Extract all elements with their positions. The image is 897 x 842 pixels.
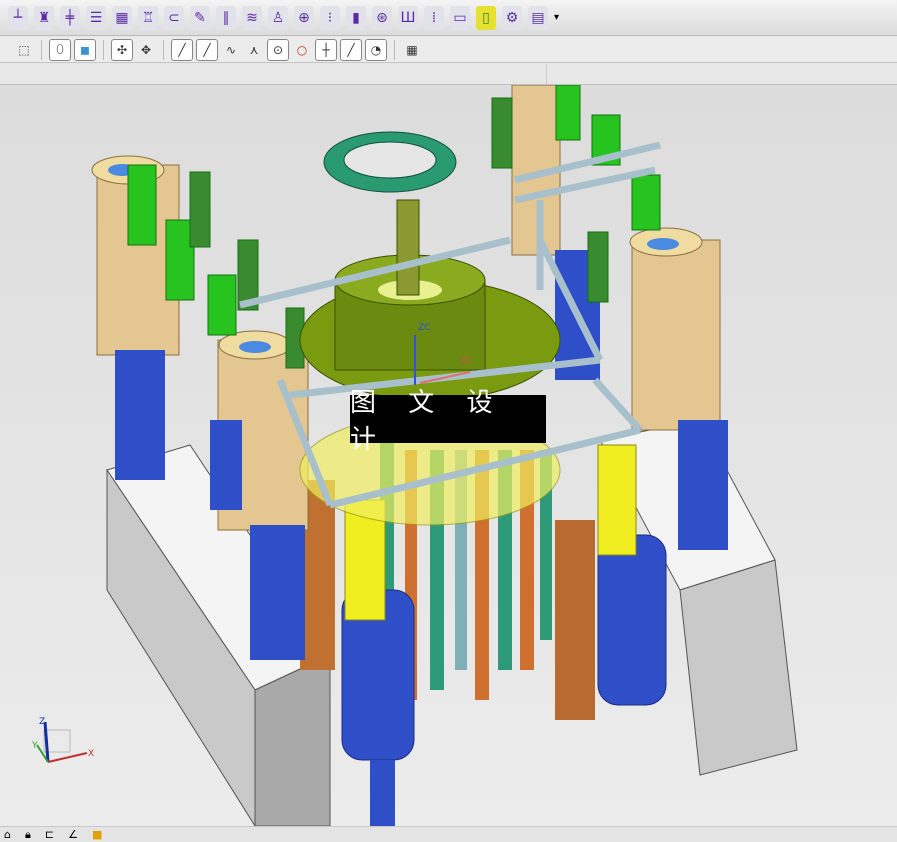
mold-base-icon[interactable]: ☰: [86, 5, 106, 30]
drawing-icon[interactable]: ▤: [528, 5, 548, 30]
gate-icon[interactable]: ∥: [216, 5, 236, 30]
lock-icon[interactable]: 🔒︎: [25, 828, 31, 842]
status-toolbar: ⌂ 🔒︎ ⊏ ∠ ■: [0, 826, 897, 842]
grid-icon[interactable]: ▦: [402, 40, 422, 60]
control-point-icon[interactable]: ∿: [221, 40, 241, 60]
sprue-icon[interactable]: ▯: [476, 5, 496, 30]
support-pillar-icon[interactable]: Ш: [398, 5, 418, 30]
locating-ring-icon[interactable]: ⊕: [294, 5, 314, 30]
mold-wizard-toolbar: ┴ ♜ ╪ ☰ ▦ ♖ ⊂ ✎ ∥ ≋ ♙ ⊕ ⁝ ▮ ⊛ Ш ⁞ ▭ ▯ ⚙ ▤ ▾: [0, 0, 897, 36]
yellow-rod-right: [597, 444, 637, 556]
parting-icon[interactable]: ▭: [450, 5, 470, 30]
point-set-icon[interactable]: ✥: [136, 40, 156, 60]
intersection-icon[interactable]: ⋏: [244, 40, 264, 60]
separator: [41, 39, 42, 60]
svg-text:X: X: [88, 749, 94, 759]
graphics-viewport[interactable]: ZC XC Z X Y 图 文 设 计: [0, 84, 897, 828]
svg-text:Z: Z: [39, 717, 45, 727]
runner-icon[interactable]: ⊛: [372, 5, 392, 30]
block-icon[interactable]: ■: [92, 828, 102, 841]
spring-right: [597, 534, 667, 706]
tool-icon[interactable]: ⊏: [45, 828, 54, 841]
wcs-zc-label: ZC: [418, 323, 430, 333]
arc-center-icon[interactable]: ⊙: [267, 38, 289, 61]
screw-icon[interactable]: ♙: [268, 5, 288, 30]
wcs-xc-label: XC: [460, 356, 472, 366]
snap-point-icon[interactable]: ✣: [111, 38, 133, 61]
sprue-bushing: [396, 199, 420, 296]
selection-toolbar: ⬚ ⬯ ◼ ✣ ✥ ╱ ╱ ∿ ⋏ ⊙ ○ ┼ ╱ ◔ ▦: [0, 37, 897, 63]
svg-text:Y: Y: [31, 741, 38, 751]
spring-left-back: [210, 420, 242, 510]
home-icon[interactable]: ⌂: [4, 828, 11, 841]
ejector-pin-icon[interactable]: ┴: [8, 5, 28, 30]
standard-part-icon[interactable]: ♖: [138, 5, 158, 30]
view-triad: Z X Y: [31, 717, 94, 763]
lifter-icon[interactable]: ╪: [60, 5, 80, 30]
pocket-icon[interactable]: ⁝: [320, 5, 340, 30]
divider: [546, 64, 547, 84]
separator: [394, 39, 395, 60]
insert-icon[interactable]: ⁞: [424, 5, 444, 30]
electrode-icon[interactable]: ✎: [190, 5, 210, 30]
select-rect-icon[interactable]: ⬚: [14, 40, 34, 60]
separator: [163, 39, 164, 60]
point-on-curve-icon[interactable]: ╱: [340, 38, 362, 61]
cooling-icon[interactable]: ▮: [346, 5, 366, 30]
right-plate-side: [679, 559, 798, 776]
shaded-edge-icon[interactable]: ⬯: [49, 38, 71, 61]
sub-insert-icon[interactable]: ⊂: [164, 5, 184, 30]
existing-point-icon[interactable]: ┼: [315, 38, 337, 61]
more-icon[interactable]: ▾: [554, 12, 559, 23]
toolbar-strip: [0, 64, 897, 85]
point-on-face-icon[interactable]: ◔: [365, 38, 387, 61]
slider-icon[interactable]: ♜: [34, 5, 54, 30]
sketch-icon[interactable]: ∠: [68, 828, 78, 841]
cavity-layout-icon[interactable]: ▦: [112, 5, 132, 30]
quadrant-icon[interactable]: ○: [292, 40, 312, 60]
watermark: 图 文 设 计: [350, 388, 546, 455]
settings-icon[interactable]: ⚙: [502, 5, 522, 30]
shaded-icon[interactable]: ◼: [74, 38, 96, 61]
separator: [103, 39, 104, 60]
midpoint-icon[interactable]: ╱: [196, 38, 218, 61]
spring-icon[interactable]: ≋: [242, 5, 262, 30]
endpoint-icon[interactable]: ╱: [171, 38, 193, 61]
